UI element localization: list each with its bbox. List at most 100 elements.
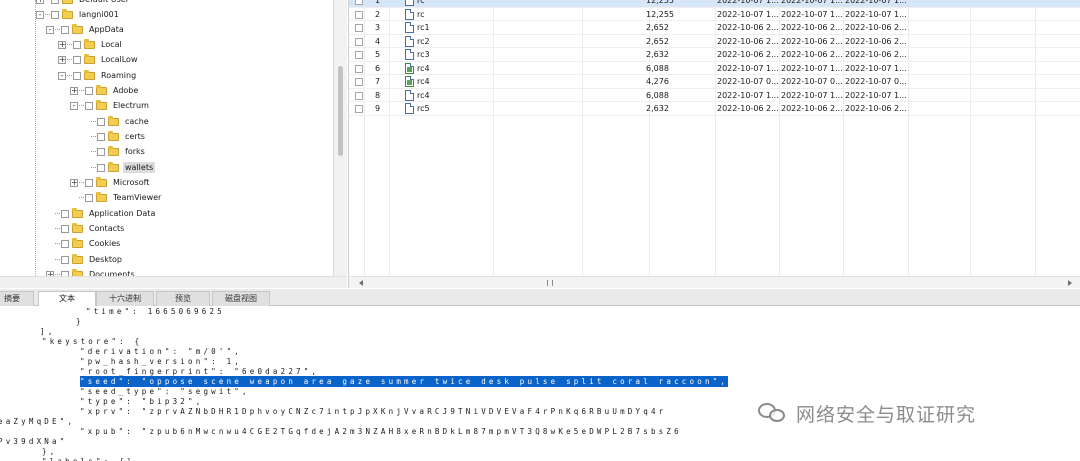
- tree-checkbox[interactable]: [85, 101, 93, 110]
- tree-checkbox[interactable]: [85, 86, 93, 95]
- tree-checkbox[interactable]: [61, 239, 69, 248]
- row-checkbox[interactable]: [355, 51, 363, 59]
- tree-horizontal-scrollbar[interactable]: [0, 276, 347, 288]
- tree-vertical-scrollbar[interactable]: [333, 0, 347, 276]
- file-modified-cell: 2022-10-06 2...: [781, 50, 843, 59]
- tree-checkbox[interactable]: [51, 0, 59, 4]
- tree-checkbox[interactable]: [61, 209, 69, 218]
- tree-checkbox[interactable]: [73, 55, 81, 64]
- collapse-icon[interactable]: -: [58, 71, 66, 80]
- file-num-cell: 8: [375, 90, 381, 100]
- watermark-text: 网络安全与取证研究: [796, 403, 977, 426]
- tree-node-forks[interactable]: forks: [82, 144, 147, 159]
- tree-checkbox[interactable]: [61, 25, 69, 34]
- tree-node-local[interactable]: + Local: [58, 37, 124, 52]
- file-row[interactable]: 7 rc4 4,276 2022-10-07 0... 2022-10-07 0... 2…: [349, 75, 1080, 89]
- tab-2[interactable]: 十六进制: [96, 291, 154, 306]
- folder-icon: [108, 130, 119, 141]
- tree-checkbox[interactable]: [73, 40, 81, 49]
- collapse-icon[interactable]: -: [46, 25, 54, 34]
- tree-node-default-user[interactable]: + Default User: [36, 0, 131, 7]
- tree-checkbox[interactable]: [61, 224, 69, 233]
- expand-icon[interactable]: +: [58, 40, 66, 49]
- file-row[interactable]: 1 rc 12,255 2022-10-07 1... 2022-10-07 1... 2…: [349, 0, 1080, 8]
- file-modified-cell: 2022-10-06 2...: [781, 104, 843, 113]
- file-row[interactable]: 8 rc4 6,088 2022-10-07 1... 2022-10-07 1... 2…: [349, 89, 1080, 102]
- scroll-grip-icon[interactable]: [547, 280, 553, 286]
- text-line: "labels": {},: [42, 456, 142, 461]
- folder-icon: [108, 145, 119, 156]
- tree-node-cache[interactable]: cache: [82, 114, 151, 129]
- tree-node-label: Local: [101, 40, 122, 49]
- expand-icon[interactable]: +: [70, 178, 78, 187]
- tree-node-locallow[interactable]: + LocalLow: [58, 52, 140, 67]
- tree-node-electrum[interactable]: - Electrum: [70, 98, 151, 113]
- tree-node-teamviewer[interactable]: TeamViewer: [70, 190, 163, 205]
- file-row[interactable]: 5 rc3 2,632 2022-10-06 2... 2022-10-06 2... 2…: [349, 48, 1080, 62]
- file-name-cell: rc4: [417, 90, 430, 100]
- tree-node-microsoft[interactable]: + Microsoft: [70, 175, 151, 190]
- tree-checkbox[interactable]: [97, 132, 105, 141]
- text-line: eaZyMqDE",: [0, 417, 76, 426]
- scroll-left-arrow-icon[interactable]: [359, 280, 363, 286]
- list-horizontal-scrollbar[interactable]: [348, 276, 1080, 288]
- row-checkbox[interactable]: [355, 10, 363, 19]
- tree-checkbox[interactable]: [97, 163, 105, 172]
- tree-checkbox[interactable]: [51, 10, 59, 19]
- tree-checkbox[interactable]: [73, 71, 81, 80]
- file-modified-cell: 2022-10-06 2...: [781, 36, 843, 46]
- row-checkbox[interactable]: [355, 105, 363, 113]
- tree-checkbox[interactable]: [61, 255, 69, 264]
- tree-node-label: Documents: [89, 270, 135, 276]
- tab-1[interactable]: 文本: [38, 291, 96, 307]
- expand-icon[interactable]: +: [70, 86, 78, 95]
- scroll-right-arrow-icon[interactable]: [1068, 280, 1072, 286]
- file-modified-cell: 2022-10-07 1...: [781, 63, 843, 73]
- tab-3[interactable]: 预览: [156, 291, 210, 306]
- file-row[interactable]: 2 rc 12,255 2022-10-07 1... 2022-10-07 1... 2…: [349, 8, 1080, 21]
- tree-node-adobe[interactable]: + Adobe: [70, 83, 140, 98]
- tree-checkbox[interactable]: [85, 178, 93, 187]
- tree-connector: [55, 228, 60, 229]
- tree-node-wallets[interactable]: wallets: [82, 160, 156, 175]
- tree-node-documents[interactable]: + Documents: [46, 267, 137, 276]
- file-modified-cell: 2022-10-06 2...: [781, 23, 843, 32]
- row-checkbox[interactable]: [355, 0, 363, 5]
- document-icon: [405, 35, 414, 47]
- file-row[interactable]: 9 rc5 2,632 2022-10-06 2... 2022-10-06 2... 2…: [349, 102, 1080, 116]
- tree-scroll-thumb[interactable]: [338, 66, 343, 156]
- collapse-icon[interactable]: -: [36, 10, 44, 19]
- tree-node-appdata[interactable]: - AppData: [46, 22, 126, 37]
- row-checkbox[interactable]: [355, 64, 363, 73]
- row-checkbox[interactable]: [355, 78, 363, 86]
- file-row[interactable]: 3 rc1 2,652 2022-10-06 2... 2022-10-06 2... 2…: [349, 21, 1080, 35]
- tab-0[interactable]: 摘要: [0, 291, 34, 306]
- row-checkbox[interactable]: [355, 24, 363, 32]
- file-row[interactable]: 4 rc2 2,652 2022-10-06 2... 2022-10-06 2... 2…: [349, 35, 1080, 48]
- expand-icon[interactable]: +: [36, 0, 44, 4]
- document-icon: [405, 103, 414, 114]
- tree-node-certs[interactable]: certs: [82, 129, 147, 144]
- tree-checkbox[interactable]: [85, 193, 93, 202]
- file-row[interactable]: 6 rc4 6,088 2022-10-07 1... 2022-10-07 1... 2…: [349, 62, 1080, 75]
- tree-checkbox[interactable]: [97, 117, 105, 126]
- folder-icon: [108, 161, 119, 172]
- tree-node-contacts[interactable]: Contacts: [46, 221, 126, 236]
- tree-node-roaming[interactable]: - Roaming: [58, 68, 138, 83]
- row-checkbox[interactable]: [355, 91, 363, 100]
- folder-icon: [72, 23, 83, 34]
- tree-node-label: LocalLow: [101, 55, 138, 64]
- file-name-cell: rc1: [417, 23, 430, 32]
- tree-node-cookies[interactable]: Cookies: [46, 236, 122, 251]
- expand-icon[interactable]: +: [58, 55, 66, 64]
- tab-4[interactable]: 磁盘视图: [212, 291, 270, 306]
- tree-node-label: certs: [125, 132, 145, 141]
- row-checkbox[interactable]: [355, 37, 363, 46]
- tree-node-application-data[interactable]: Application Data: [46, 206, 157, 221]
- file-num-cell: 6: [375, 63, 381, 73]
- tree-node-langni001[interactable]: - langni001: [36, 7, 121, 22]
- tree-checkbox[interactable]: [97, 147, 105, 156]
- tree-node-desktop[interactable]: Desktop: [46, 252, 124, 267]
- tree-node-label: forks: [125, 147, 145, 156]
- collapse-icon[interactable]: -: [70, 101, 78, 110]
